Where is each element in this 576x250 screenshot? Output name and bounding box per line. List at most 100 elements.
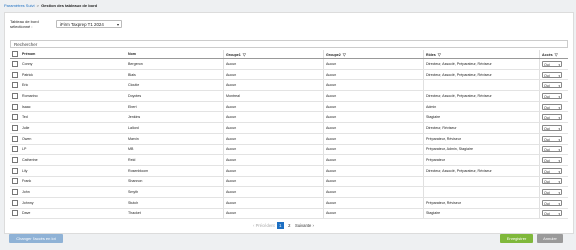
row-checkbox[interactable] [12,60,18,67]
access-select-value: Oui [544,148,550,153]
cell-nom: Ebert [126,101,224,113]
row-checkbox-cell [10,90,20,102]
cell-prenom: Owen [20,133,126,145]
page-2-button[interactable]: 2 [286,222,293,229]
cell-prenom: Dave [20,208,126,220]
table-row: Eric Cloutie Aucun Aucun Oui ▾ [10,79,568,92]
row-checkbox[interactable] [12,114,18,121]
chevron-down-icon: ▾ [558,169,560,174]
access-select[interactable]: Oui ▾ [542,82,562,89]
access-select-value: Oui [544,180,550,185]
row-checkbox[interactable] [12,82,18,89]
access-select[interactable]: Oui ▾ [542,124,562,131]
row-checkbox[interactable] [12,71,18,78]
access-select[interactable]: Oui ▾ [542,135,562,142]
row-checkbox[interactable] [12,157,18,164]
row-checkbox-cell [10,154,20,166]
filter-icon[interactable]: ▽ [343,52,346,57]
col-groupe1[interactable]: Groupe1 ▽ [223,50,324,59]
row-checkbox[interactable] [12,189,18,196]
access-select[interactable]: Oui ▾ [542,167,562,174]
cell-roles: Préparateur, Réviseur [423,133,540,145]
change-access-bulk-button[interactable]: Changer l'accès en lot [9,234,63,243]
row-checkbox[interactable] [12,146,18,153]
row-checkbox[interactable] [12,135,18,142]
dashboard-select[interactable]: iFirm Taxprep T1 2024 ▾ [56,20,122,28]
dashboard-select-value: iFirm Taxprep T1 2024 [60,22,104,27]
chevron-down-icon: ▾ [116,22,119,27]
col-prenom[interactable]: Prénom [20,50,126,59]
col-groupe2[interactable]: Groupe2 ▽ [323,50,424,59]
row-checkbox-cell [10,79,20,92]
save-button[interactable]: Enregistrer [500,234,533,243]
filter-icon[interactable]: ▽ [243,52,246,57]
row-checkbox[interactable] [12,199,18,206]
page-1-button[interactable]: 1 [276,222,284,229]
dashboard-select-label: Tableau de bord sélectionné : [10,19,39,29]
table-row: Owen Marvin Aucun Aucun Préparateur, Réviseu… [10,133,568,145]
access-select[interactable]: Oui ▾ [542,199,562,206]
cell-groupe2: Aucun [323,58,424,70]
table-row: Conny Bergeron Aucun Aucun Directeur, Associ… [10,58,568,70]
row-checkbox[interactable] [12,103,18,110]
access-select[interactable]: Oui ▾ [542,189,562,196]
cell-acces: Oui ▾ [539,79,568,92]
cell-prenom: Eric [20,79,126,92]
row-checkbox-cell [10,69,20,81]
cell-acces: Oui ▾ [539,176,568,188]
col-acces-label: Accès [542,52,553,57]
cell-acces: Oui ▾ [539,111,568,124]
chevron-down-icon: ▾ [558,159,560,164]
col-roles[interactable]: Rôles ▽ [423,50,540,59]
cell-roles: Admin [423,101,540,113]
cell-groupe1: Aucun [223,79,324,92]
access-select[interactable]: Oui ▾ [542,157,562,164]
access-select[interactable]: Oui ▾ [542,146,562,153]
cell-prenom: Isaac [20,101,126,113]
access-select[interactable]: Oui ▾ [542,210,562,217]
chevron-down-icon: ▾ [558,116,560,121]
cell-groupe1: Aucun [223,176,324,188]
cell-prenom: Frank [20,176,126,188]
cancel-button[interactable]: Annuler [537,234,563,243]
row-checkbox[interactable] [12,167,18,174]
search-input[interactable]: Rechercher [10,40,568,48]
col-acces[interactable]: Accès ▽ [539,50,568,59]
row-checkbox[interactable] [12,178,18,185]
access-select[interactable]: Oui ▾ [542,178,562,185]
cell-groupe1: Montreal [223,90,324,102]
row-checkbox[interactable] [12,92,18,99]
cell-groupe1: Aucun [223,186,324,198]
row-checkbox[interactable] [12,210,18,217]
cell-roles: Préparateur [423,154,540,166]
access-select-value: Oui [544,84,550,89]
pagination-next[interactable]: Suivante › [295,223,314,228]
row-checkbox[interactable] [12,124,18,131]
table-row: Isaac Ebert Aucun Aucun Admin Oui ▾ [10,101,568,113]
users-table: Prénom Nom Groupe1 ▽ Groupe2 ▽ Rôles ▽ Accè… [10,50,568,220]
cell-acces: Oui ▾ [539,165,568,177]
row-checkbox-cell [10,165,20,177]
filter-icon[interactable]: ▽ [438,52,441,57]
cell-groupe2: Aucun [323,197,424,209]
cell-nom: Lallord [126,122,224,134]
cell-groupe2: Aucun [323,144,424,156]
access-select[interactable]: Oui ▾ [542,60,562,67]
cell-groupe2: Aucun [323,69,424,81]
access-select-value: Oui [544,159,550,164]
access-select[interactable]: Oui ▾ [542,103,562,110]
chevron-down-icon: ▾ [558,62,560,67]
access-select[interactable]: Oui ▾ [542,71,562,78]
select-all-checkbox[interactable] [12,51,18,57]
cell-roles: Stagiaire [423,208,540,220]
table-row: Lily Rosenbloom Aucun Aucun Directeur, Assoc… [10,165,568,177]
cell-roles [423,79,540,92]
access-select[interactable]: Oui ▾ [542,114,562,121]
access-select[interactable]: Oui ▾ [542,92,562,99]
breadcrumb-parent-link[interactable]: Paramètres Suivi [4,3,34,8]
filter-icon[interactable]: ▽ [555,52,558,57]
cell-roles: Directeur, Associé, Préparateur, Réviseu… [423,90,540,102]
row-checkbox-cell [10,186,20,198]
cell-roles [423,176,540,188]
col-nom[interactable]: Nom [126,50,224,59]
